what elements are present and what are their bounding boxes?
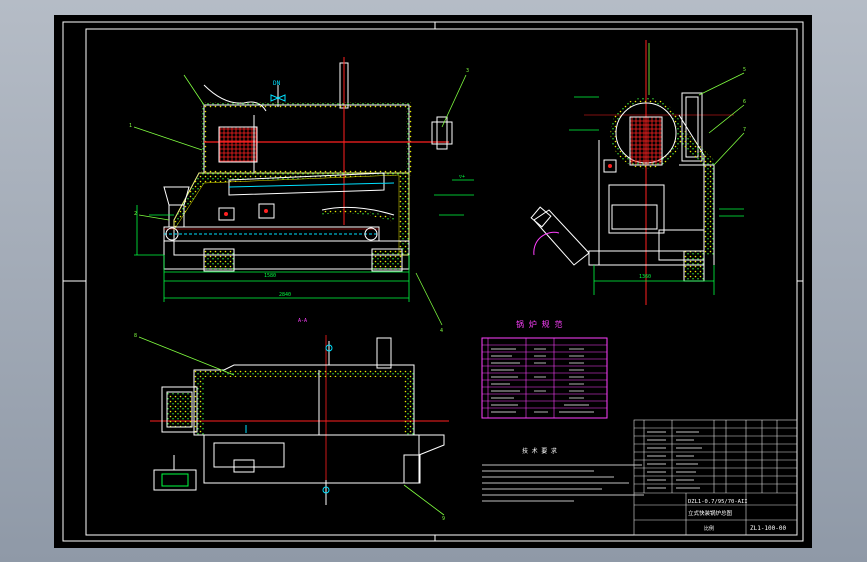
title-drawing-number: ZL1-100-00 xyxy=(750,525,787,532)
title-name: 立式快装锅炉总图 xyxy=(688,509,733,517)
svg-text:7: 7 xyxy=(743,127,746,133)
spec-table-title: 锅 炉 规 范 xyxy=(516,319,562,329)
title-block xyxy=(633,419,798,536)
svg-text:1360: 1360 xyxy=(639,274,651,280)
inner-frame xyxy=(85,28,798,536)
svg-text:6: 6 xyxy=(743,99,746,105)
svg-text:▽+: ▽+ xyxy=(459,174,465,180)
svg-text:8: 8 xyxy=(134,333,137,339)
svg-text:9: 9 xyxy=(442,516,445,522)
title-model: DZL1-0.7/95/70-AII xyxy=(688,499,748,505)
tech-req-title: 技 术 要 求 xyxy=(522,447,557,455)
technical-requirements: 技 术 要 求 xyxy=(482,447,644,502)
plan-view: 8 9 xyxy=(134,333,449,522)
svg-text:3: 3 xyxy=(466,68,469,74)
svg-text:1: 1 xyxy=(129,123,132,129)
side-elevation-view: DN 1580 2840 ▽+ 1 2 3 4 A-A xyxy=(129,57,474,334)
svg-text:2840: 2840 xyxy=(279,292,291,298)
cad-viewport[interactable]: DN 1580 2840 ▽+ 1 2 3 4 A-A 1360 5 6 7 8… xyxy=(54,15,812,548)
svg-text:2: 2 xyxy=(134,211,137,217)
svg-text:DN: DN xyxy=(273,80,281,87)
svg-text:4: 4 xyxy=(440,328,443,334)
svg-text:5: 5 xyxy=(743,67,746,73)
title-scale-label: 比例 xyxy=(704,525,714,532)
svg-text:1580: 1580 xyxy=(264,273,276,279)
section-mark: A-A xyxy=(298,318,307,324)
boiler-assembly-drawing: DN 1580 2840 ▽+ 1 2 3 4 A-A 1360 5 6 7 8… xyxy=(62,21,804,542)
boiler-spec-table: 锅 炉 规 范 xyxy=(481,319,608,419)
end-elevation-view: 1360 5 6 7 xyxy=(530,40,746,305)
